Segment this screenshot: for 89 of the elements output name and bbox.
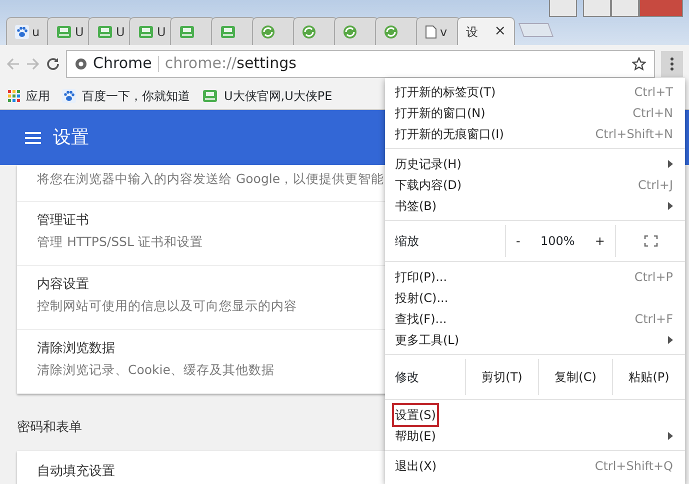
zoom-in-button[interactable]: + xyxy=(594,232,605,250)
shortcut-text: Ctrl+J xyxy=(638,176,673,194)
setting-title: 管理证书 xyxy=(37,212,89,230)
menu-item[interactable]: 帮助(E) xyxy=(395,426,436,444)
setting-description: 控制网站可使用的信息以及可向您显示的内容 xyxy=(37,297,297,316)
tab-title: U xyxy=(116,24,125,40)
swirl-icon xyxy=(343,24,357,38)
url-text: chrome://settings xyxy=(164,53,296,74)
drive-icon xyxy=(202,88,218,102)
paw-icon xyxy=(62,88,76,102)
setting-description: 将您在浏览器中输入的内容发送给 Google，以便提供更智能 xyxy=(37,170,384,188)
menu-item[interactable]: 书签(B) xyxy=(395,196,437,214)
zoom-out-button[interactable]: - xyxy=(516,232,520,250)
more-icon xyxy=(670,56,674,70)
setting-description: 管理 HTTPS/SSL 证书和设置 xyxy=(37,233,203,252)
menu-item[interactable]: 打开新的无痕窗口(I) xyxy=(395,124,504,142)
apps-icon xyxy=(8,90,20,102)
tab-title: v xyxy=(440,24,448,40)
back-icon xyxy=(6,56,20,70)
new-tab-button[interactable] xyxy=(518,23,554,37)
drive-icon xyxy=(179,24,195,38)
edit-button[interactable]: 复制(C) xyxy=(554,368,596,386)
section-title: 密码和表单 xyxy=(16,418,82,437)
chrome-icon xyxy=(75,58,87,70)
bookmark[interactable]: 百度一下，你就知道 xyxy=(62,86,190,104)
browser-tab[interactable] xyxy=(252,17,297,45)
shortcut-text: Ctrl+T xyxy=(634,84,673,100)
shortcut-text: Ctrl+Shift+N xyxy=(595,126,673,142)
menu-item[interactable]: 下载内容(D) xyxy=(395,176,462,194)
browser-tab[interactable]: v xyxy=(416,17,461,45)
setting-title: 清除浏览数据 xyxy=(37,340,115,358)
user-button[interactable] xyxy=(549,0,577,17)
close-button[interactable]: × xyxy=(494,21,506,42)
browser-tab[interactable]: U xyxy=(129,17,174,45)
setting-title: 自动填充设置 xyxy=(37,463,115,482)
shortcut-text: Ctrl+F xyxy=(634,310,673,328)
maximize-button[interactable] xyxy=(611,0,639,17)
menu-item[interactable]: 设置(S) xyxy=(395,406,436,424)
forward-icon xyxy=(26,56,40,70)
browser-tab[interactable]: U xyxy=(88,17,133,45)
zoom-value: 100% xyxy=(540,233,575,250)
swirl-icon xyxy=(302,24,316,38)
swirl-icon xyxy=(261,24,275,38)
browser-tab[interactable]: u xyxy=(6,17,51,45)
menu-item[interactable]: 更多工具(L) xyxy=(395,330,460,348)
menu-item[interactable]: 历史记录(H) xyxy=(395,154,462,172)
browser-tab[interactable] xyxy=(170,17,215,45)
browser-tab[interactable] xyxy=(211,17,256,45)
shortcut-text: Ctrl+P xyxy=(634,268,673,286)
menu-item[interactable]: 打印(P)... xyxy=(395,268,448,286)
setting-title: 内容设置 xyxy=(37,276,89,294)
drive-icon xyxy=(56,24,72,38)
fullscreen-icon xyxy=(644,235,658,247)
bookmark[interactable]: 应用 xyxy=(8,86,50,104)
menu-item[interactable]: 打开新的窗口(N) xyxy=(395,104,486,122)
page-icon xyxy=(425,24,437,38)
menu-item[interactable]: 退出(X) xyxy=(395,456,437,474)
menu-button[interactable] xyxy=(661,50,683,76)
close-button[interactable] xyxy=(639,0,683,17)
minimize-button[interactable] xyxy=(583,0,611,17)
tab-title: 设 xyxy=(466,24,478,40)
tab-title: U xyxy=(157,24,166,40)
edit-button[interactable]: 粘贴(P) xyxy=(628,368,670,386)
browser-tab[interactable]: 设 × xyxy=(457,17,515,45)
menu-icon xyxy=(25,130,41,144)
browser-tab[interactable] xyxy=(293,17,338,45)
menu-item[interactable]: 查找(F)... xyxy=(395,310,447,328)
menu-item[interactable]: 投射(C)... xyxy=(395,288,448,306)
browser-tab[interactable] xyxy=(375,17,420,45)
browser-tab[interactable]: U xyxy=(47,17,92,45)
drive-icon xyxy=(138,24,154,38)
reload-icon xyxy=(46,56,60,70)
address-bar[interactable]: Chrome chrome://settings xyxy=(66,50,655,78)
browser-tab[interactable] xyxy=(334,17,379,45)
setting-description: 清除浏览记录、Cookie、缓存及其他数据 xyxy=(37,361,274,380)
menu-item[interactable]: 打开新的标签页(T) xyxy=(395,82,496,100)
bookmark[interactable]: U大侠官网,U大侠PE xyxy=(202,86,332,104)
drive-icon xyxy=(97,24,113,38)
swirl-icon xyxy=(384,24,398,38)
paw-icon xyxy=(15,24,29,38)
edit-button[interactable]: 剪切(T) xyxy=(482,368,522,386)
site-label: Chrome xyxy=(93,53,152,74)
drive-icon xyxy=(220,24,236,38)
tab-title: U xyxy=(75,24,84,40)
page-title: 设置 xyxy=(53,126,89,150)
shortcut-text: Ctrl+Shift+Q xyxy=(594,458,673,474)
star-icon xyxy=(632,56,646,70)
tab-title: u xyxy=(32,24,40,40)
shortcut-text: Ctrl+N xyxy=(632,104,673,122)
